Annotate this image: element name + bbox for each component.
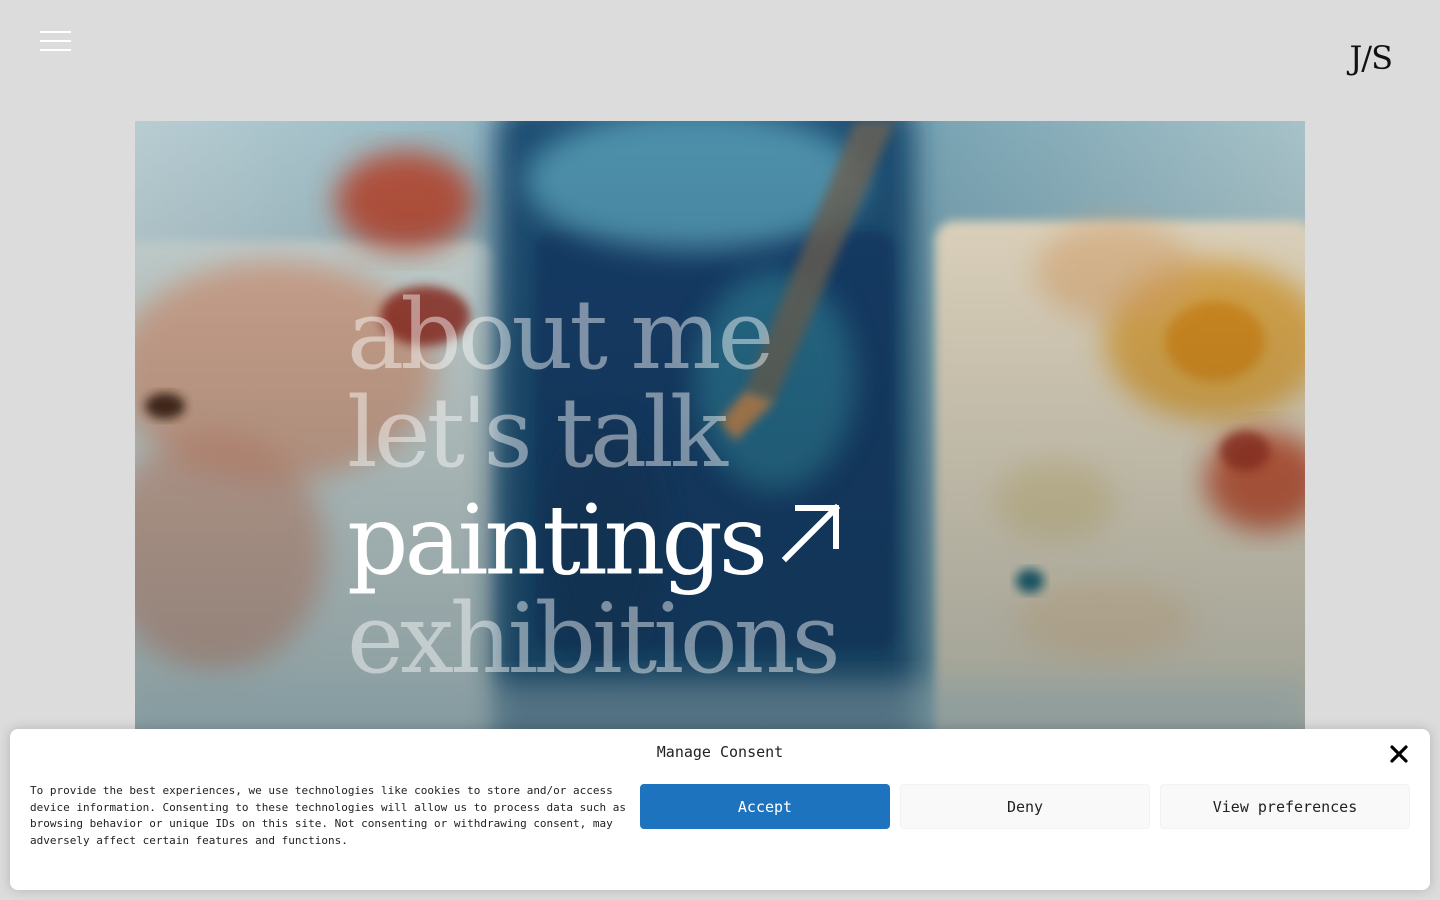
cookie-consent-banner: Manage Consent To provide the best exper… [10,729,1430,890]
menu-line [40,49,71,51]
nav-item-label: let's talk [347,377,728,489]
nav-item-label: paintings [347,484,768,597]
hero-navigation: about me let's talk paintings exhibition… [347,286,842,688]
nav-item-exhibitions[interactable]: exhibitions [347,590,842,688]
nav-item-paintings[interactable]: paintings [347,482,842,590]
accept-button[interactable]: Accept [640,784,890,829]
nav-item-label: exhibitions [347,582,841,695]
close-icon[interactable] [1388,743,1410,765]
menu-line [40,40,71,42]
arrow-up-right-icon [780,482,842,580]
consent-title: Manage Consent [656,743,784,761]
nav-item-about-me[interactable]: about me [347,286,842,384]
site-logo[interactable]: J/S [1349,38,1393,78]
hero-section: about me let's talk paintings exhibition… [135,121,1305,779]
hamburger-menu-icon[interactable] [40,30,72,54]
nav-item-lets-talk[interactable]: let's talk [347,384,842,482]
nav-item-label: about me [347,279,774,391]
deny-button[interactable]: Deny [900,784,1150,829]
menu-line [40,31,71,33]
view-preferences-button[interactable]: View preferences [1160,784,1410,829]
consent-description: To provide the best experiences, we use … [30,784,627,847]
